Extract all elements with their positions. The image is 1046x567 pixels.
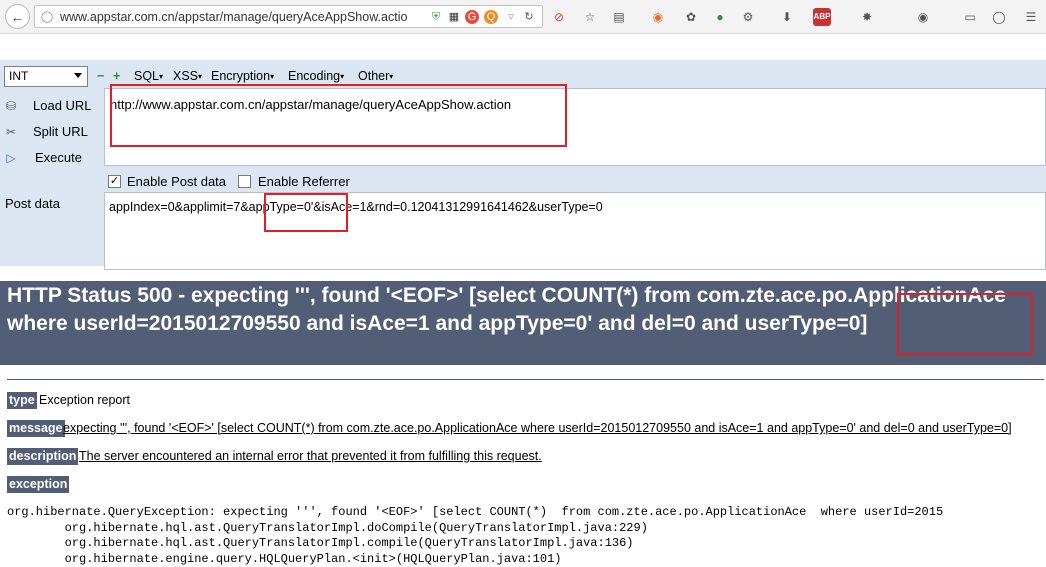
back-arrow-icon: ← [11, 9, 25, 25]
menu-other[interactable]: Other▾ [358, 69, 393, 83]
dropdown-caret-icon: ▾ [340, 72, 344, 81]
address-text: www.appstar.com.cn/appstar/manage/queryA… [60, 10, 420, 24]
highlight-box-apptype [264, 193, 348, 232]
reader-icon[interactable]: ▤ [610, 8, 628, 26]
description-label: description [7, 448, 78, 465]
menu-encryption[interactable]: Encryption▾ [211, 69, 274, 83]
window-icon[interactable]: ▭ [961, 8, 979, 26]
dropdown-caret-icon: ▾ [270, 72, 274, 81]
menu-sql[interactable]: SQL▾ [134, 69, 163, 83]
type-select[interactable]: INT [4, 66, 88, 87]
menu-xss[interactable]: XSS▾ [173, 69, 202, 83]
trace-line: org.hibernate.QueryException: expecting … [7, 505, 943, 521]
minus-icon[interactable]: − [97, 69, 104, 83]
message-label: message [7, 420, 65, 437]
post-data-textarea[interactable]: appIndex=0&applimit=7&appType=0'&isAce=1… [104, 192, 1046, 270]
address-bar[interactable]: ◯ www.appstar.com.cn/appstar/manage/quer… [34, 5, 543, 28]
execute-label: Execute [35, 150, 82, 165]
q-extension-icon[interactable]: Q [484, 10, 498, 24]
gear-icon[interactable]: ⚙ [739, 8, 757, 26]
g-extension-icon[interactable]: G [465, 10, 479, 24]
dropdown-caret-icon: ▾ [198, 72, 202, 81]
description-value: The server encountered an internal error… [79, 448, 542, 465]
green-orb-icon[interactable]: ● [711, 8, 729, 26]
fox-icon[interactable]: ◉ [649, 8, 667, 26]
enable-referrer-label: Enable Referrer [258, 174, 350, 189]
split-url-label: Split URL [33, 124, 88, 139]
load-url-label: Load URL [33, 98, 92, 113]
checkmark-icon: ✓ [110, 175, 119, 187]
enable-post-label: Enable Post data [127, 174, 226, 189]
palette-icon[interactable]: ✿ [682, 8, 700, 26]
enable-post-checkbox[interactable]: ✓ [108, 175, 121, 188]
type-select-value: INT [9, 69, 28, 83]
menu-icon[interactable]: ☰ [1022, 8, 1040, 26]
exception-label: exception [7, 476, 69, 493]
eye-icon[interactable]: ◉ [914, 8, 932, 26]
download-icon[interactable]: ⬇ [778, 8, 796, 26]
bug-icon[interactable]: ✸ [858, 8, 876, 26]
menu-xss-label: XSS [173, 69, 198, 83]
trace-line: org.hibernate.engine.query.HQLQueryPlan.… [7, 552, 943, 567]
trace-line: org.hibernate.hql.ast.QueryTranslatorImp… [7, 536, 943, 552]
scissors-icon: ✂ [3, 124, 19, 140]
load-icon: ⛁ [3, 98, 19, 114]
post-data-value: appIndex=0&applimit=7&appType=0'&isAce=1… [109, 200, 603, 214]
divider [7, 379, 1044, 380]
type-label: type [7, 392, 37, 409]
error-heading: HTTP Status 500 - expecting ''', found '… [0, 281, 1046, 365]
enable-referrer-checkbox[interactable] [238, 175, 251, 188]
dropdown-icon[interactable]: ▿ [504, 10, 518, 24]
highlight-box-url [110, 84, 567, 147]
type-value: Exception report [39, 392, 130, 409]
qr-code-icon[interactable]: ▦ [447, 10, 461, 24]
dropdown-caret-icon: ▾ [389, 72, 393, 81]
play-icon: ▷ [3, 150, 19, 166]
back-button[interactable]: ← [5, 4, 30, 29]
plus-icon[interactable]: + [113, 69, 120, 83]
trace-line: org.hibernate.hql.ast.QueryTranslatorImp… [7, 521, 943, 537]
execute-button[interactable]: ▷ Execute [0, 147, 104, 169]
stack-trace: org.hibernate.QueryException: expecting … [7, 505, 943, 567]
globe-icon: ◯ [40, 10, 54, 24]
menu-encoding[interactable]: Encoding▾ [288, 69, 344, 83]
browser-toolbar: ← ◯ www.appstar.com.cn/appstar/manage/qu… [0, 0, 1046, 34]
load-url-button[interactable]: ⛁ Load URL [0, 95, 104, 117]
dropdown-caret-icon: ▾ [159, 72, 163, 81]
chevron-down-icon [74, 73, 82, 78]
highlight-box-heading-apptype [897, 293, 1033, 355]
shield-icon[interactable]: ⛨ [429, 10, 443, 24]
sync-icon[interactable]: ◯ [990, 8, 1008, 26]
message-value: expecting ''', found '<EOF>' [select COU… [63, 420, 1012, 437]
block-icon[interactable]: ⊘ [550, 8, 568, 26]
bookmark-star-icon[interactable]: ☆ [581, 8, 599, 26]
adblock-icon[interactable]: ABP [813, 8, 831, 26]
menu-encoding-label: Encoding [288, 69, 340, 83]
menu-encryption-label: Encryption [211, 69, 270, 83]
menu-other-label: Other [358, 69, 389, 83]
reload-icon[interactable]: ↻ [522, 10, 536, 24]
menu-sql-label: SQL [134, 69, 159, 83]
split-url-button[interactable]: ✂ Split URL [0, 121, 104, 143]
post-data-label: Post data [5, 196, 60, 211]
